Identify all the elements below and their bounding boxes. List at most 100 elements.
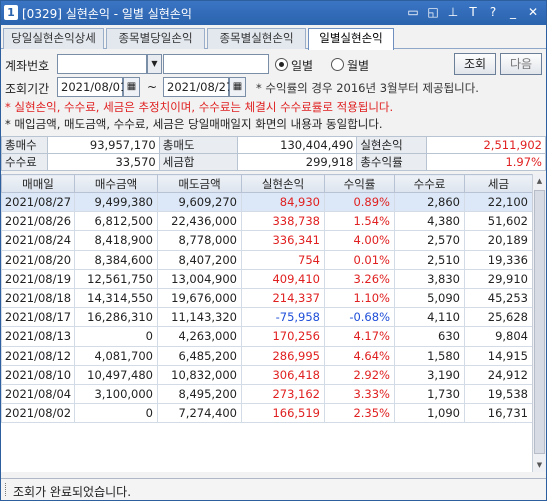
grid-header-row: 매매일 매수금액 매도금액 실현손익 수익률 수수료 세금 bbox=[1, 174, 532, 193]
summary-table: 총매수 93,957,170 총매도 130,404,490 실현손익 2,51… bbox=[1, 136, 546, 171]
summary-row: 총매수 93,957,170 총매도 130,404,490 실현손익 2,51… bbox=[1, 136, 546, 154]
realized-pnl-value: 2,511,902 bbox=[426, 136, 546, 154]
cell-date: 2021/08/19 bbox=[1, 268, 75, 289]
cell-realized-pnl: 214,337 bbox=[241, 287, 325, 309]
table-row[interactable]: 2021/08/13 0 4,263,000 170,256 4.17% 630 9,804 bbox=[1, 326, 532, 347]
cell-fee: 4,110 bbox=[394, 307, 465, 328]
cell-sell-amount: 22,436,000 bbox=[157, 211, 242, 232]
account-label: 계좌번호 bbox=[5, 59, 50, 73]
close-icon[interactable]: ✕ bbox=[526, 5, 540, 20]
cell-return-rate: -0.68% bbox=[324, 307, 395, 328]
help-icon[interactable]: ? bbox=[486, 5, 500, 20]
col-header-return-rate[interactable]: 수익률 bbox=[324, 174, 395, 193]
cell-buy-amount: 9,499,380 bbox=[74, 191, 158, 213]
table-row[interactable]: 2021/08/10 10,497,480 10,832,000 306,418 2.9… bbox=[1, 364, 532, 385]
tax-value: 299,918 bbox=[236, 153, 358, 171]
table-row[interactable]: 2021/08/17 16,286,310 11,143,320 -75,958 -0.… bbox=[1, 307, 532, 328]
scroll-down-icon[interactable]: ▼ bbox=[533, 458, 546, 472]
same-as-journal-notice: * 매입금액, 매도금액, 수수료, 세금은 당일매매일지 화면의 내용과 동일… bbox=[5, 117, 383, 131]
cell-fee: 3,830 bbox=[394, 268, 465, 289]
table-row[interactable]: 2021/08/18 14,314,550 19,676,000 214,337 1.1… bbox=[1, 287, 532, 309]
title-bar[interactable]: 1 [0329] 실현손익 - 일별 실현손익 ▭ ◱ ⊥ T ? _ ✕ bbox=[1, 1, 546, 25]
col-header-fee[interactable]: 수수료 bbox=[394, 174, 465, 193]
cell-tax: 25,628 bbox=[464, 307, 532, 328]
date-to-input[interactable]: 2021/08/27 bbox=[163, 77, 233, 97]
cell-sell-amount: 13,004,900 bbox=[157, 268, 242, 289]
tab-bar: 당일실현손익상세 종목별당일손익 종목별실현손익 일별실현손익 bbox=[1, 27, 546, 50]
total-rate-label: 총수익률 bbox=[356, 153, 428, 171]
cell-tax: 14,915 bbox=[464, 345, 532, 366]
cell-buy-amount: 8,418,900 bbox=[74, 230, 158, 251]
cell-return-rate: 0.01% bbox=[324, 249, 395, 270]
search-button[interactable]: 조회 bbox=[454, 53, 496, 75]
total-buy-value: 93,957,170 bbox=[46, 136, 160, 154]
cell-date: 2021/08/24 bbox=[1, 230, 75, 251]
font-icon[interactable]: T bbox=[466, 5, 480, 20]
cell-buy-amount: 16,286,310 bbox=[74, 307, 158, 328]
cell-realized-pnl: 306,418 bbox=[241, 364, 325, 385]
cell-date: 2021/08/27 bbox=[1, 191, 75, 213]
tab-stock-daily-pnl[interactable]: 종목별당일손익 bbox=[106, 28, 205, 49]
cell-tax: 9,804 bbox=[464, 326, 532, 347]
account-number-input[interactable] bbox=[57, 54, 147, 74]
col-header-date[interactable]: 매매일 bbox=[1, 174, 75, 193]
cell-tax: 20,189 bbox=[464, 230, 532, 251]
scroll-up-icon[interactable]: ▲ bbox=[533, 174, 546, 188]
cell-sell-amount: 10,832,000 bbox=[157, 364, 242, 385]
account-dropdown-button[interactable]: ▼ bbox=[147, 54, 162, 74]
tab-daily-realized-detail[interactable]: 당일실현손익상세 bbox=[3, 28, 104, 49]
cell-date: 2021/08/10 bbox=[1, 364, 75, 385]
daily-pnl-grid[interactable]: 매매일 매수금액 매도금액 실현손익 수익률 수수료 세금 2021/08/27… bbox=[1, 174, 532, 472]
cell-realized-pnl: 286,995 bbox=[241, 345, 325, 366]
cell-return-rate: 0.89% bbox=[324, 191, 395, 213]
cell-sell-amount: 8,778,000 bbox=[157, 230, 242, 251]
col-header-tax[interactable]: 세금 bbox=[464, 174, 532, 193]
cell-return-rate: 3.33% bbox=[324, 383, 395, 405]
window-title: [0329] 실현손익 - 일별 실현손익 bbox=[22, 7, 192, 21]
cell-realized-pnl: 338,738 bbox=[241, 211, 325, 232]
table-row[interactable]: 2021/08/24 8,418,900 8,778,000 336,341 4.00%… bbox=[1, 230, 532, 251]
next-button[interactable]: 다음 bbox=[500, 53, 542, 75]
daily-radio-label: 일별 bbox=[291, 59, 314, 73]
grid-vertical-scrollbar[interactable]: ▲ ▼ bbox=[532, 174, 546, 472]
col-header-realized-pnl[interactable]: 실현손익 bbox=[241, 174, 325, 193]
cell-return-rate: 2.92% bbox=[324, 364, 395, 385]
cell-realized-pnl: 170,256 bbox=[241, 326, 325, 347]
daily-radio[interactable] bbox=[275, 58, 288, 71]
restore-icon[interactable]: ▭ bbox=[406, 5, 420, 20]
minimize-icon[interactable]: _ bbox=[506, 5, 520, 20]
monthly-radio[interactable] bbox=[331, 58, 344, 71]
cell-date: 2021/08/04 bbox=[1, 383, 75, 405]
table-row[interactable]: 2021/08/20 8,384,600 8,407,200 754 0.01% 2,51… bbox=[1, 249, 532, 270]
pin-icon[interactable]: ⊥ bbox=[446, 5, 460, 20]
estimate-notice: * 실현손익, 수수료, 세금은 추정치이며, 수수료는 체결시 수수료률로 적… bbox=[5, 100, 394, 114]
fee-label: 수수료 bbox=[1, 153, 48, 171]
col-header-buy-amount[interactable]: 매수금액 bbox=[74, 174, 158, 193]
cell-sell-amount: 9,609,270 bbox=[157, 191, 242, 213]
col-header-sell-amount[interactable]: 매도금액 bbox=[157, 174, 242, 193]
table-row[interactable]: 2021/08/04 3,100,000 8,495,200 273,162 3.33%… bbox=[1, 383, 532, 405]
cell-date: 2021/08/20 bbox=[1, 249, 75, 270]
tab-daily-realized-pnl[interactable]: 일별실현손익 bbox=[308, 28, 394, 50]
table-row[interactable]: 2021/08/12 4,081,700 6,485,200 286,995 4.64%… bbox=[1, 345, 532, 366]
table-row[interactable]: 2021/08/27 9,499,380 9,609,270 84,930 0.89% 2… bbox=[1, 191, 532, 213]
new-window-icon[interactable]: ◱ bbox=[426, 5, 440, 20]
total-sell-label: 총매도 bbox=[158, 136, 238, 154]
cell-return-rate: 2.35% bbox=[324, 403, 395, 424]
cell-realized-pnl: 273,162 bbox=[241, 383, 325, 405]
cell-fee: 5,090 bbox=[394, 287, 465, 309]
date-from-calendar-button[interactable]: ▦ bbox=[123, 77, 140, 97]
cell-date: 2021/08/13 bbox=[1, 326, 75, 347]
table-row[interactable]: 2021/08/26 6,812,500 22,436,000 338,738 1.54… bbox=[1, 211, 532, 232]
cell-buy-amount: 3,100,000 bbox=[74, 383, 158, 405]
table-row[interactable]: 2021/08/02 0 7,274,400 166,519 2.35% 1,090 16,… bbox=[1, 403, 532, 424]
date-to-calendar-button[interactable]: ▦ bbox=[229, 77, 246, 97]
cell-realized-pnl: 754 bbox=[241, 249, 325, 270]
total-buy-label: 총매수 bbox=[1, 136, 48, 154]
rate-availability-note: * 수익률의 경우 2016년 3월부터 제공됩니다. bbox=[256, 81, 479, 95]
scrollbar-thumb[interactable] bbox=[534, 190, 545, 454]
account-name-field bbox=[163, 54, 269, 74]
tab-stock-realized-pnl[interactable]: 종목별실현손익 bbox=[207, 28, 306, 49]
table-row[interactable]: 2021/08/19 12,561,750 13,004,900 409,410 3.2… bbox=[1, 268, 532, 289]
date-from-input[interactable]: 2021/08/01 bbox=[57, 77, 127, 97]
